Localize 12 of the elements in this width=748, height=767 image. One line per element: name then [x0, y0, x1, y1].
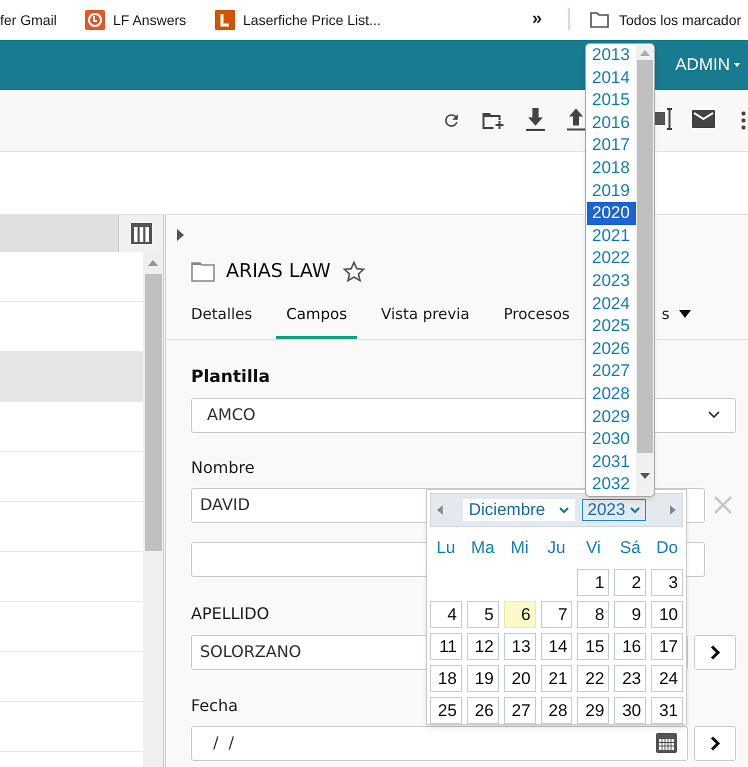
weekday-label: Mi — [510, 537, 530, 559]
field-label: Plantilla — [191, 366, 270, 389]
field-label: Nombre — [191, 456, 255, 478]
weekday-label: Sá — [618, 537, 642, 559]
weekday-label: Ma — [470, 537, 496, 559]
field-label: Fecha — [191, 694, 238, 716]
weekday-label: Vi — [584, 537, 602, 559]
weekday-label: Lu — [435, 537, 456, 559]
weekday-label: Do — [655, 537, 679, 559]
field-label: APELLIDO — [191, 602, 270, 624]
weekday-label: Ju — [546, 537, 566, 559]
item-title: ARIAS LAW — [226, 258, 331, 284]
